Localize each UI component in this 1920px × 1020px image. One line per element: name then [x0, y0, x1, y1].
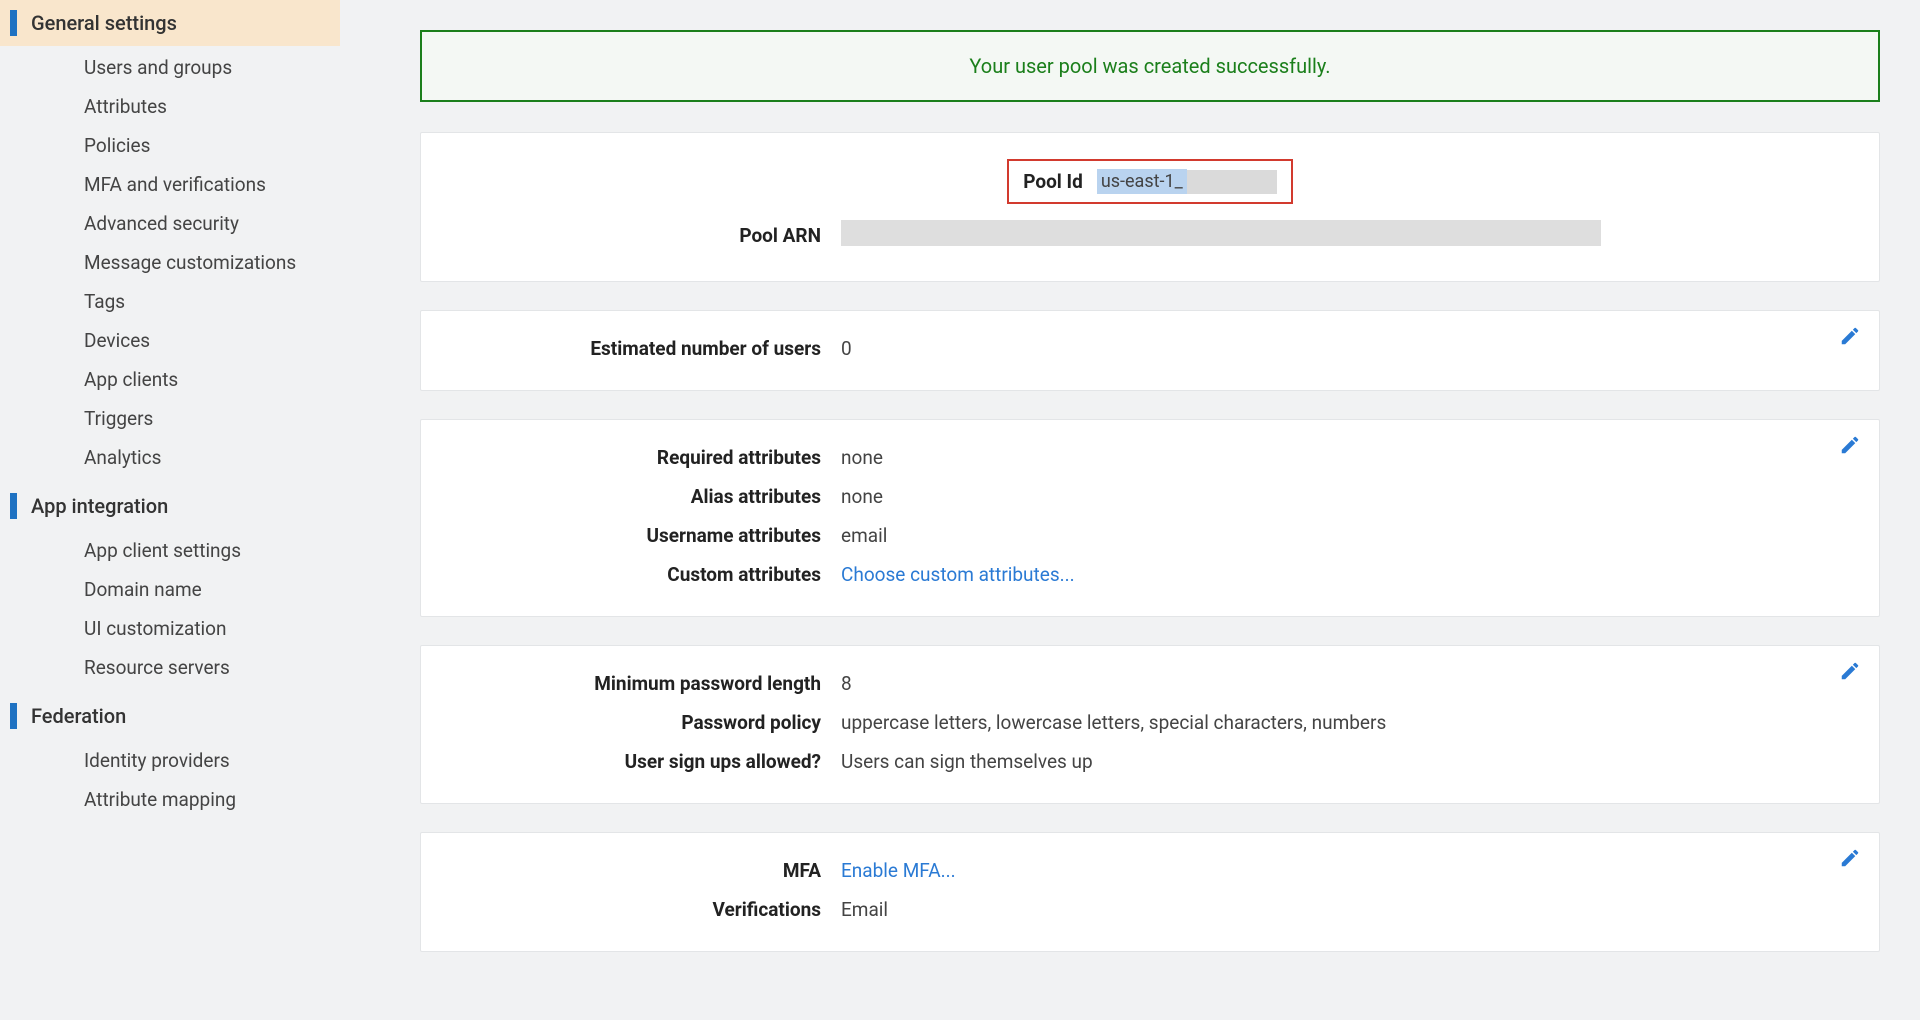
sidebar-item-attributes[interactable]: Attributes — [0, 87, 340, 126]
sidebar-item-identity-providers[interactable]: Identity providers — [0, 741, 340, 780]
panel-users: Estimated number of users 0 — [420, 310, 1880, 391]
pool-id-value-wrap[interactable]: us-east-1_ — [1097, 169, 1277, 194]
success-alert-text: Your user pool was created successfully. — [969, 54, 1330, 78]
pool-arn-value[interactable] — [841, 220, 1839, 251]
sidebar-section-label: Federation — [31, 704, 126, 728]
required-attributes-value: none — [841, 446, 1839, 469]
pool-id-value[interactable]: us-east-1_ — [1097, 169, 1187, 194]
sidebar-item-tags[interactable]: Tags — [0, 282, 340, 321]
verifications-value: Email — [841, 898, 1839, 921]
sidebar-section-general-settings[interactable]: General settings — [0, 0, 340, 46]
sidebar-sublist-general: Users and groups Attributes Policies MFA… — [0, 46, 340, 483]
signups-allowed-value: Users can sign themselves up — [841, 750, 1839, 773]
estimated-users-label: Estimated number of users — [461, 337, 821, 360]
sidebar-sublist-federation: Identity providers Attribute mapping — [0, 739, 340, 825]
sidebar-item-policies[interactable]: Policies — [0, 126, 340, 165]
password-policy-value: uppercase letters, lowercase letters, sp… — [841, 711, 1839, 734]
sidebar-item-attribute-mapping[interactable]: Attribute mapping — [0, 780, 340, 819]
sidebar-item-message-customizations[interactable]: Message customizations — [0, 243, 340, 282]
pool-arn-redacted — [841, 220, 1601, 246]
pool-id-highlight-box: Pool Id us-east-1_ — [1007, 159, 1293, 204]
verifications-label: Verifications — [461, 898, 821, 921]
pool-arn-label: Pool ARN — [461, 224, 821, 247]
signups-allowed-label: User sign ups allowed? — [461, 750, 821, 773]
active-indicator — [10, 10, 17, 36]
panel-password: Minimum password length 8 Password polic… — [420, 645, 1880, 804]
mfa-label: MFA — [461, 859, 821, 882]
sidebar-section-federation[interactable]: Federation — [0, 693, 340, 739]
min-password-length-label: Minimum password length — [461, 672, 821, 695]
sidebar-item-analytics[interactable]: Analytics — [0, 438, 340, 477]
edit-icon[interactable] — [1839, 660, 1861, 682]
sidebar-item-devices[interactable]: Devices — [0, 321, 340, 360]
sidebar-item-users-and-groups[interactable]: Users and groups — [0, 48, 340, 87]
sidebar-item-triggers[interactable]: Triggers — [0, 399, 340, 438]
panel-attributes: Required attributes none Alias attribute… — [420, 419, 1880, 617]
sidebar: General settings Users and groups Attrib… — [0, 0, 340, 1020]
password-policy-label: Password policy — [461, 711, 821, 734]
required-attributes-label: Required attributes — [461, 446, 821, 469]
username-attributes-value: email — [841, 524, 1839, 547]
sidebar-section-app-integration[interactable]: App integration — [0, 483, 340, 529]
sidebar-item-mfa-verifications[interactable]: MFA and verifications — [0, 165, 340, 204]
panel-mfa: MFA Enable MFA... Verifications Email — [420, 832, 1880, 952]
pool-id-label: Pool Id — [1023, 170, 1083, 193]
edit-icon[interactable] — [1839, 434, 1861, 456]
sidebar-item-app-clients[interactable]: App clients — [0, 360, 340, 399]
min-password-length-value: 8 — [841, 672, 1839, 695]
pool-id-redacted — [1187, 170, 1277, 194]
sidebar-sublist-app-integration: App client settings Domain name UI custo… — [0, 529, 340, 693]
sidebar-section-label: General settings — [31, 11, 177, 35]
success-alert: Your user pool was created successfully. — [420, 30, 1880, 102]
enable-mfa-link[interactable]: Enable MFA... — [841, 859, 1839, 882]
username-attributes-label: Username attributes — [461, 524, 821, 547]
estimated-users-value: 0 — [841, 337, 1839, 360]
custom-attributes-label: Custom attributes — [461, 563, 821, 586]
sidebar-item-ui-customization[interactable]: UI customization — [0, 609, 340, 648]
sidebar-item-app-client-settings[interactable]: App client settings — [0, 531, 340, 570]
sidebar-item-resource-servers[interactable]: Resource servers — [0, 648, 340, 687]
panel-pool-identity: Pool Id us-east-1_ Pool ARN — [420, 132, 1880, 282]
edit-icon[interactable] — [1839, 847, 1861, 869]
alias-attributes-label: Alias attributes — [461, 485, 821, 508]
custom-attributes-link[interactable]: Choose custom attributes... — [841, 563, 1839, 586]
edit-icon[interactable] — [1839, 325, 1861, 347]
main-content: Your user pool was created successfully.… — [340, 0, 1920, 1020]
alias-attributes-value: none — [841, 485, 1839, 508]
sidebar-item-advanced-security[interactable]: Advanced security — [0, 204, 340, 243]
section-indicator — [10, 703, 17, 729]
sidebar-item-domain-name[interactable]: Domain name — [0, 570, 340, 609]
section-indicator — [10, 493, 17, 519]
sidebar-section-label: App integration — [31, 494, 168, 518]
